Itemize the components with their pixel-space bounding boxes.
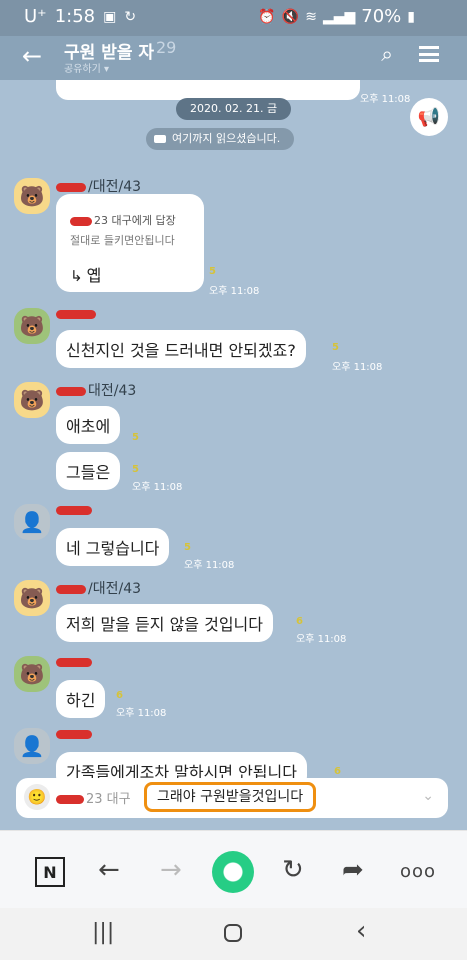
redaction-mark	[56, 584, 86, 594]
message-time: 오후 11:08	[360, 94, 411, 105]
sender-name: 대전/43	[56, 380, 136, 400]
unread-count: 5	[184, 542, 191, 553]
back-arrow-icon[interactable]: ←	[22, 42, 42, 70]
browser-toolbar: N ← → ↻ ➦ ooo	[0, 830, 467, 908]
avatar[interactable]: 🐻	[14, 308, 50, 344]
reply-target: 23 대구에게 답장	[94, 214, 176, 227]
battery-icon: ▮	[407, 8, 415, 25]
avatar[interactable]: 👤	[14, 728, 50, 764]
screenshot-photo: U⁺ 1:58 ▣ ↻ ⏰ 🔇 ≋ ▂▄▆ 70% ▮ ← 구원 받을 자 29…	[0, 0, 467, 830]
battery-percent: 70%	[361, 6, 402, 27]
read-marker-icon	[154, 135, 166, 143]
unread-count: 5	[132, 432, 139, 443]
read-marker-text: 여기까지 읽으셨습니다.	[172, 132, 281, 145]
message-time: 오후 11:08	[332, 362, 383, 373]
reply-quote: 절대로 들키면안됩니다	[70, 234, 175, 247]
unread-count: 6	[116, 690, 123, 701]
naver-home-button[interactable]: N	[35, 857, 65, 887]
redaction-mark	[56, 309, 96, 319]
notice-highlighted-text: 그래야 구원받을것입니다	[144, 782, 317, 812]
notice-preview-bar[interactable]: 🙂 23 대구 그래야 구원받을것입니다 ⌄	[16, 778, 448, 818]
search-icon[interactable]: ⌕	[381, 42, 393, 67]
message-bubble[interactable]: 애초에	[56, 406, 121, 444]
wifi-icon: ≋	[305, 8, 317, 25]
redaction-mark	[56, 657, 92, 667]
avatar[interactable]: 🐻	[14, 382, 50, 418]
status-bar: U⁺ 1:58 ▣ ↻ ⏰ 🔇 ≋ ▂▄▆ 70% ▮	[0, 0, 467, 36]
back-button[interactable]: ←	[98, 855, 120, 885]
megaphone-icon[interactable]: 📢	[410, 98, 448, 136]
system-back-button[interactable]: ‹	[356, 916, 366, 946]
redaction-mark	[56, 505, 92, 515]
recents-button[interactable]: |||	[92, 920, 114, 945]
gallery-icon: ▣	[103, 8, 117, 25]
refresh-button[interactable]: ↻	[282, 855, 304, 885]
sender-name	[56, 726, 94, 742]
message-time: 오후 11:08	[209, 286, 260, 297]
message-text: 옙	[86, 266, 102, 285]
reply-text: ↳ 옙	[70, 262, 101, 286]
redaction-mark	[70, 216, 92, 226]
sender-name	[56, 654, 94, 670]
sender-label: /대전/43	[88, 179, 142, 195]
message-bubble[interactable]: 신천지인 것을 드러내면 안되겠죠?	[56, 330, 306, 368]
reply-header: 23 대구에게 답장	[70, 212, 176, 228]
avatar[interactable]: 👤	[14, 504, 50, 540]
read-marker: 여기까지 읽으셨습니다.	[146, 128, 295, 150]
message-bubble[interactable]: 저희 말을 듣지 않을 것입니다	[56, 604, 273, 642]
system-nav-bar: ||| ‹	[0, 908, 467, 960]
message-bubble[interactable]: 그들은	[56, 452, 121, 490]
mute-icon: 🔇	[281, 8, 300, 25]
chat-header: ← 구원 받을 자 29 공유하기 ▾ ⌕	[0, 36, 467, 80]
avatar[interactable]: 🐻	[14, 656, 50, 692]
message-bubble[interactable]: 하긴	[56, 680, 106, 718]
message-time: 오후 11:08	[132, 482, 183, 493]
sender-label: 대전/43	[88, 383, 137, 399]
clock: 1:58	[54, 6, 96, 27]
home-button[interactable]	[224, 924, 242, 942]
message-time: 오후 11:08	[296, 634, 347, 645]
notice-sender-label: 23 대구	[86, 792, 131, 807]
redaction-mark	[56, 729, 92, 739]
notice-avatar: 🙂	[24, 784, 50, 810]
message-bubble[interactable]: 네 그렇습니다	[56, 528, 170, 566]
redaction-mark	[56, 795, 84, 804]
member-count: 29	[156, 38, 177, 57]
partial-message-bubble	[56, 80, 360, 100]
chevron-down-icon[interactable]: ⌄	[422, 788, 434, 804]
signal-icon: ▂▄▆	[322, 8, 356, 25]
redaction-mark	[56, 386, 86, 396]
unread-count: 6	[296, 616, 303, 627]
chat-area[interactable]: 오후 11:08 2020. 02. 21. 금 여기까지 읽으셨습니다. 📢 …	[0, 80, 467, 830]
avatar[interactable]: 🐻	[14, 580, 50, 616]
sync-icon: ↻	[124, 8, 137, 25]
more-button[interactable]: ooo	[400, 861, 436, 882]
unread-count: 5	[332, 342, 339, 353]
sender-name: /대전/43	[56, 176, 141, 196]
message-time: 오후 11:08	[184, 560, 235, 571]
sender-name	[56, 502, 94, 518]
share-button[interactable]: ➦	[342, 855, 364, 885]
alarm-icon: ⏰	[258, 8, 276, 25]
menu-icon[interactable]	[419, 46, 439, 62]
unread-count: 5	[209, 266, 216, 277]
notice-sender: 23 대구	[56, 788, 131, 807]
sender-name	[56, 306, 98, 322]
room-subtitle[interactable]: 공유하기 ▾	[64, 60, 109, 75]
redaction-mark	[56, 182, 86, 192]
reply-arrow-icon: ↳	[70, 267, 83, 285]
date-divider: 2020. 02. 21. 금	[176, 98, 292, 120]
message-time: 오후 11:08	[116, 708, 167, 719]
sender-name: /대전/43	[56, 578, 141, 598]
carrier-label: U⁺	[24, 6, 47, 27]
green-dot-button[interactable]	[212, 851, 254, 893]
unread-count: 6	[334, 766, 341, 777]
reply-message-bubble[interactable]: 23 대구에게 답장 절대로 들키면안됩니다 ↳ 옙	[56, 194, 204, 292]
unread-count: 5	[132, 464, 139, 475]
avatar[interactable]: 🐻	[14, 178, 50, 214]
sender-label: /대전/43	[88, 581, 142, 597]
forward-button[interactable]: →	[160, 855, 182, 885]
